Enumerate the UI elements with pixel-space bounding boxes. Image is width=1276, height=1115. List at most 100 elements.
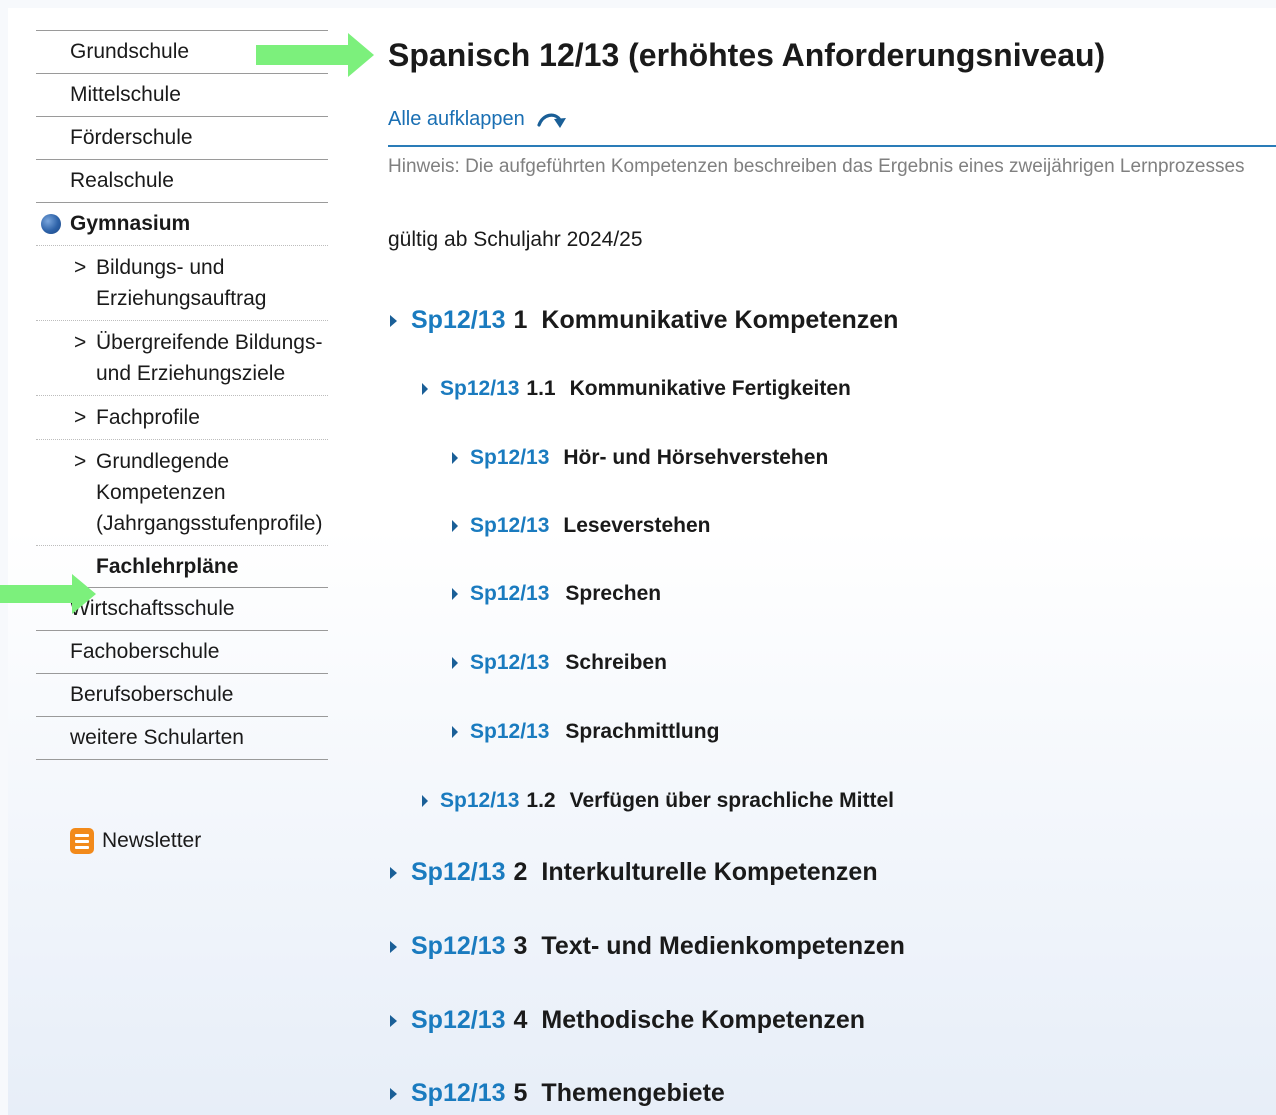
hint-text: Hinweis: Die aufgeführten Kompetenzen be…: [388, 156, 1245, 177]
tree-label: Text- und Medienkompetenzen: [541, 932, 905, 960]
tree-item-1-1[interactable]: Sp12/13 1.1 Kommunikative Fertigkeiten: [422, 377, 851, 401]
chevron-right-arrow-icon: [390, 940, 397, 953]
tree-code: Sp12/13: [470, 514, 550, 537]
sidebar-subitem-bildungsziele[interactable]: > Übergreifende Bildungs- und Erziehungs…: [36, 320, 328, 395]
chevron-right-arrow-icon: [452, 588, 458, 600]
sub-item-label: Grundlegende Kompetenzen (Jahrgangsstufe…: [96, 450, 323, 535]
expand-all-label: Alle aufklappen: [388, 108, 525, 130]
tree-number: 4: [513, 1006, 528, 1034]
tree-code: Sp12/13: [470, 582, 550, 605]
chevron-right-arrow-icon: [452, 657, 458, 669]
sidebar-item-label: Realschule: [70, 169, 174, 192]
tree-number: 1: [513, 306, 528, 334]
tree-label: Methodische Kompetenzen: [541, 1006, 866, 1034]
sidebar-subitem-fachprofile[interactable]: > Fachprofile: [36, 395, 328, 439]
tree-label: Leseverstehen: [563, 514, 711, 537]
sidebar-item-mittelschule[interactable]: Mittelschule: [36, 73, 328, 116]
window-top-margin: [0, 0, 1276, 8]
newsletter-label: Newsletter: [102, 829, 202, 852]
sub-item-label: Fachlehrpläne: [96, 555, 239, 578]
sidebar-item-label: Fachoberschule: [70, 640, 220, 663]
expand-all-link[interactable]: Alle aufklappen: [388, 108, 567, 131]
sub-item-label: Übergreifende Bildungs- und Erziehungszi…: [96, 331, 323, 385]
tree-item-1[interactable]: Sp12/13 1 Kommunikative Kompetenzen: [390, 306, 898, 335]
chevron-right-arrow-icon: [452, 452, 458, 464]
tree-item-1-2[interactable]: Sp12/13 1.2 Verfügen über sprachliche Mi…: [422, 789, 894, 813]
tree-code: Sp12/13: [411, 1006, 506, 1034]
sidebar-item-label: Förderschule: [70, 126, 193, 149]
tree-label: Kommunikative Kompetenzen: [541, 306, 899, 334]
valid-from-text: gültig ab Schuljahr 2024/25: [388, 228, 643, 251]
window-left-margin: [0, 0, 8, 1115]
tree-item-sprechen[interactable]: Sp12/13 Sprechen: [452, 582, 661, 606]
tree-item-2[interactable]: Sp12/13 2 Interkulturelle Kompetenzen: [390, 858, 878, 887]
sub-item-label: Bildungs- und Erziehungsauftrag: [96, 256, 267, 310]
tree-item-schreiben[interactable]: Sp12/13 Schreiben: [452, 651, 667, 675]
header-divider: [388, 145, 1276, 147]
sub-item-marker: >: [74, 406, 87, 429]
expand-tree-icon: [537, 113, 566, 128]
tree-item-hoerverstehen[interactable]: Sp12/13 Hör- und Hörsehverstehen: [452, 446, 828, 470]
tree-item-5[interactable]: Sp12/13 5 Themengebiete: [390, 1079, 725, 1108]
tree-code: Sp12/13: [470, 446, 550, 469]
sidebar-item-weitere-schularten[interactable]: weitere Schularten: [36, 716, 328, 760]
page-title: Spanisch 12/13 (erhöhtes Anforderungsniv…: [388, 37, 1106, 73]
chevron-right-arrow-icon: [452, 520, 458, 532]
tree-label: Sprachmittlung: [565, 720, 720, 743]
newsletter-icon: [70, 828, 94, 854]
sidebar-subitem-bildungsauftrag[interactable]: > Bildungs- und Erziehungsauftrag: [36, 245, 328, 320]
green-pointer-arrow-icon: [256, 33, 374, 77]
tree-code: Sp12/13: [411, 858, 506, 886]
sidebar-item-label: Gymnasium: [70, 212, 191, 235]
tree-code: Sp12/13: [470, 651, 550, 674]
tree-code: Sp12/13: [411, 306, 506, 334]
sub-item-marker: >: [74, 450, 87, 473]
sidebar-item-realschule[interactable]: Realschule: [36, 159, 328, 202]
sidebar-subitem-kompetenzen[interactable]: > Grundlegende Kompetenzen (Jahrgangsstu…: [36, 439, 328, 545]
tree-item-sprachmittlung[interactable]: Sp12/13 Sprachmittlung: [452, 720, 719, 744]
chevron-right-arrow-icon: [452, 726, 458, 738]
sidebar-item-gymnasium[interactable]: Gymnasium: [36, 202, 328, 245]
sub-item-marker: >: [74, 331, 87, 354]
tree-code: Sp12/13: [411, 1079, 506, 1107]
tree-number: 1.1: [526, 377, 556, 400]
tree-item-4[interactable]: Sp12/13 4 Methodische Kompetenzen: [390, 1006, 865, 1035]
tree-label: Kommunikative Fertigkeiten: [569, 377, 851, 400]
chevron-right-arrow-icon: [422, 383, 428, 395]
tree-code: Sp12/13: [440, 377, 520, 400]
green-pointer-arrow-icon: [0, 574, 96, 614]
tree-number: 3: [513, 932, 528, 960]
tree-label: Sprechen: [565, 582, 662, 605]
chevron-right-arrow-icon: [422, 795, 428, 807]
tree-label: Hör- und Hörsehverstehen: [563, 446, 829, 469]
sidebar-item-label: Grundschule: [70, 40, 190, 63]
chevron-right-arrow-icon: [390, 1087, 397, 1100]
tree-number: 1.2: [526, 789, 556, 812]
tree-code: Sp12/13: [440, 789, 520, 812]
chevron-right-arrow-icon: [390, 866, 397, 879]
tree-item-leseverstehen[interactable]: Sp12/13 Leseverstehen: [452, 514, 710, 538]
tree-label: Schreiben: [565, 651, 667, 674]
tree-label: Themengebiete: [541, 1079, 725, 1107]
tree-number: 2: [513, 858, 528, 886]
sidebar-item-foerderschule[interactable]: Förderschule: [36, 116, 328, 159]
sidebar-item-fachoberschule[interactable]: Fachoberschule: [36, 630, 328, 673]
sub-item-marker: >: [74, 256, 87, 279]
active-bullet-icon: [41, 214, 61, 234]
tree-code: Sp12/13: [470, 720, 550, 743]
main-content: Spanisch 12/13 (erhöhtes Anforderungsniv…: [388, 30, 1276, 1107]
tree-label: Verfügen über sprachliche Mittel: [569, 789, 895, 812]
chevron-right-arrow-icon: [390, 1014, 397, 1027]
tree-item-3[interactable]: Sp12/13 3 Text- und Medienkompetenzen: [390, 932, 905, 961]
tree-number: 5: [513, 1079, 528, 1107]
sub-item-label: Fachprofile: [96, 406, 200, 429]
chevron-right-arrow-icon: [390, 314, 397, 327]
newsletter-link[interactable]: Newsletter: [70, 828, 201, 854]
school-type-sidebar: Grundschule Mittelschule Förderschule Re…: [36, 30, 328, 760]
sidebar-item-label: Mittelschule: [70, 83, 181, 106]
tree-label: Interkulturelle Kompetenzen: [541, 858, 878, 886]
sidebar-item-label: Berufsoberschule: [70, 683, 234, 706]
sidebar-item-label: weitere Schularten: [70, 726, 244, 749]
sidebar-item-berufsoberschule[interactable]: Berufsoberschule: [36, 673, 328, 716]
tree-code: Sp12/13: [411, 932, 506, 960]
